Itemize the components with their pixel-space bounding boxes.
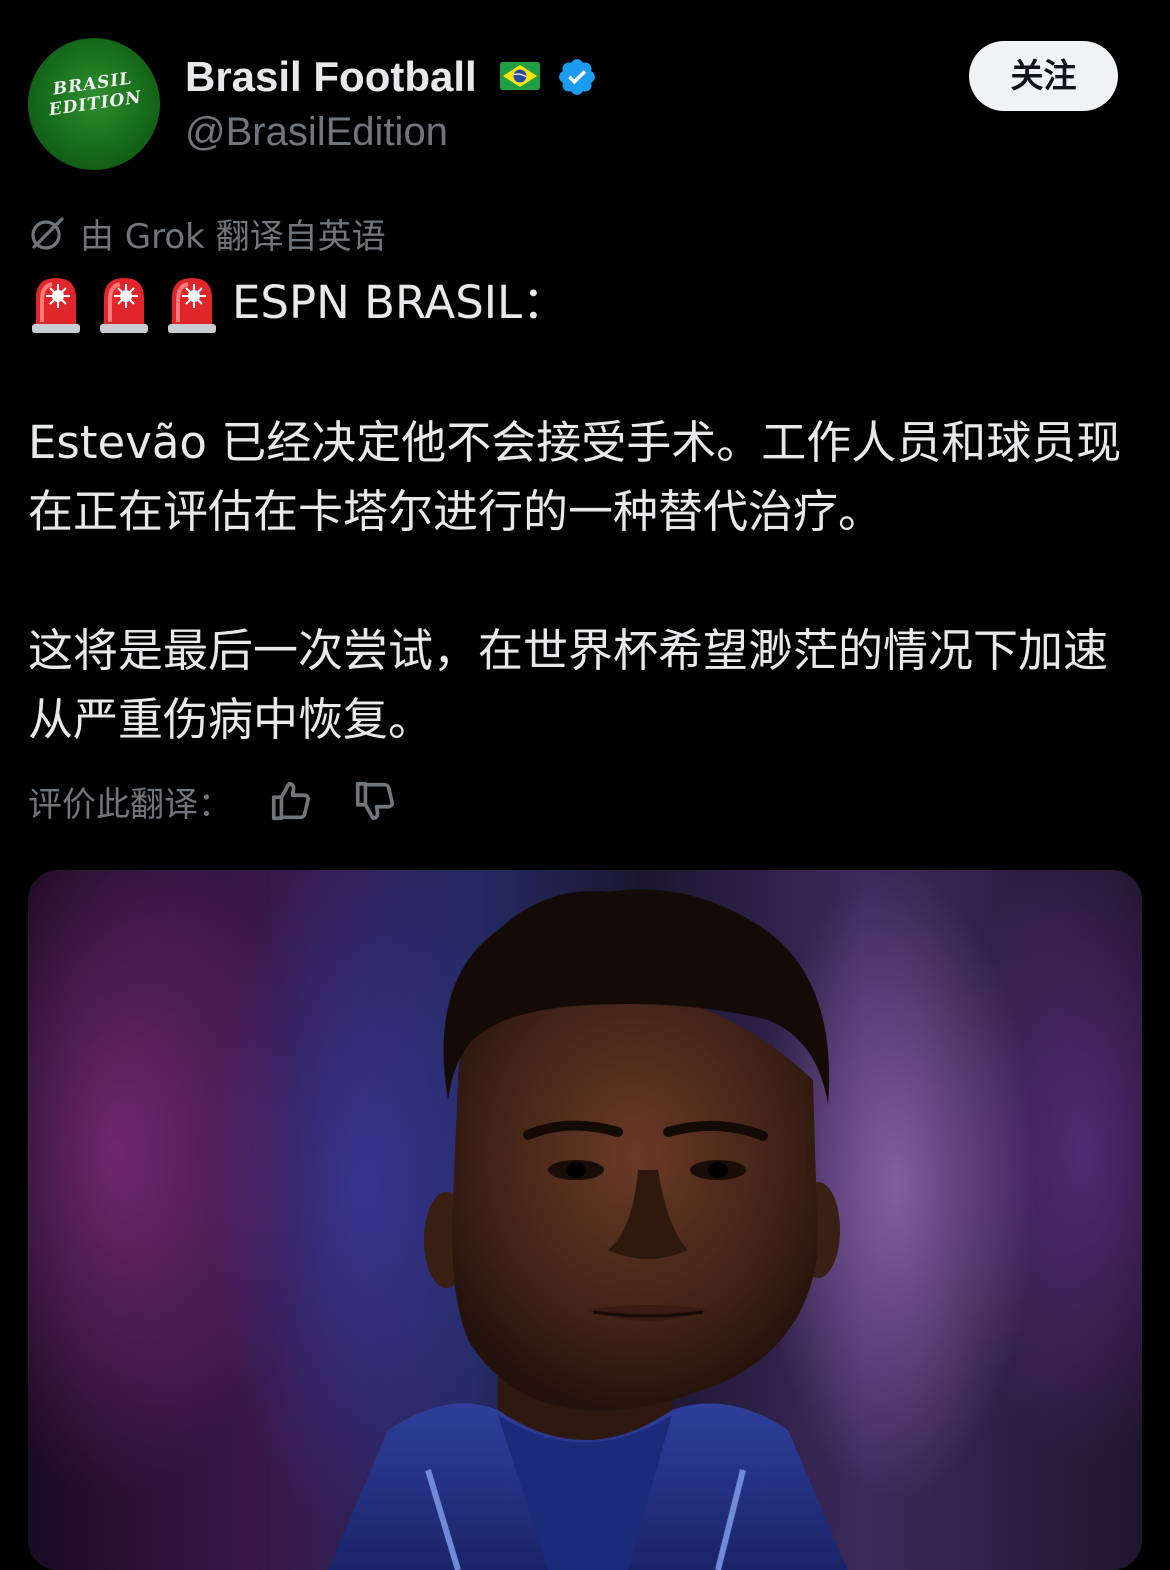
brazil-flag-icon [500,62,540,90]
translation-label: 由 Grok 翻译自英语 [80,216,386,257]
follow-button[interactable]: 关注 [969,41,1118,111]
thumbs-down-icon[interactable] [352,778,398,824]
grok-icon [31,217,64,250]
verified-badge-icon [559,59,595,95]
siren-icon [96,272,152,334]
tweet-headline-line: ESPN BRASIL： [28,268,1148,337]
thumbs-up-icon[interactable] [268,778,314,824]
tweet-headline: ESPN BRASIL： [232,276,568,329]
siren-icon [164,272,220,334]
avatar-logo: BRASIL EDITION [28,65,160,123]
author-handle[interactable]: @BrasilEdition [185,108,448,156]
translation-notice[interactable]: 由 Grok 翻译自英语 [28,210,386,257]
tweet-paragraph-2: 这将是最后一次尝试，在世界杯希望渺茫的情况下加速从严重伤病中恢复。 [28,624,1109,746]
rate-translation-row: 评价此翻译： [28,776,398,826]
tweet-media-photo[interactable] [28,870,1142,1570]
player-portrait-image [328,889,848,1570]
author-avatar[interactable]: BRASIL EDITION [28,38,160,170]
author-display-name[interactable]: Brasil Football [185,52,477,102]
tweet-paragraph-1: Estevão 已经决定他不会接受手术。工作人员和球员现在正在评估在卡塔尔进行的… [28,416,1122,538]
siren-icon [28,272,84,334]
rate-translation-label: 评价此翻译： [28,784,232,825]
